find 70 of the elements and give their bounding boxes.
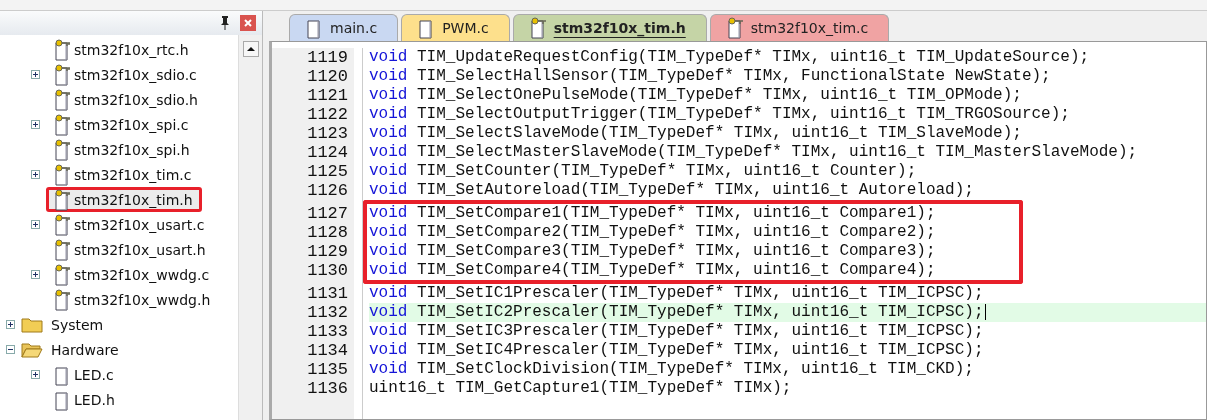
line-number: 1122 <box>307 105 348 124</box>
file-item[interactable]: stm32f10x_wwdg.c <box>49 265 216 284</box>
line-number: 1128 <box>307 223 348 242</box>
code-line: void TIM_SetCompare1(TIM_TypeDef* TIMx, uint16_t Compare1); <box>369 204 936 222</box>
line-number: 1135 <box>307 360 348 379</box>
line-number: 1131 <box>307 284 348 303</box>
line-number: 1129 <box>307 242 348 261</box>
code-line: void TIM_SelectOutputTrigger(TIM_TypeDef* TIMx, uint16_t TIM_TRGOSource); <box>369 105 1070 123</box>
file-tab[interactable]: stm32f10x_tim.h <box>512 14 707 41</box>
file-item[interactable]: stm32f10x_tim.c <box>49 165 198 184</box>
pin-icon[interactable] <box>220 16 230 30</box>
line-number: 1133 <box>307 322 348 341</box>
code-line: void TIM_SelectHallSensor(TIM_TypeDef* TIMx, FunctionalState NewState); <box>369 67 1051 85</box>
file-item[interactable]: stm32f10x_sdio.c <box>49 65 203 84</box>
close-icon[interactable] <box>240 15 256 31</box>
folder-item[interactable]: System <box>51 316 104 333</box>
code-line: void TIM_SelectSlaveMode(TIM_TypeDef* TIMx, uint16_t TIM_SlaveMode); <box>369 124 1022 142</box>
expand-icon[interactable] <box>6 345 15 354</box>
text-cursor <box>984 303 986 320</box>
code-line: void TIM_SelectMasterSlaveMode(TIM_TypeDef* TIMx, uint16_t TIM_MasterSlaveMode); <box>369 143 1138 161</box>
line-number: 1119 <box>307 48 348 67</box>
code-line: void TIM_SetAutoreload(TIM_TypeDef* TIMx, uint16_t Autoreload); <box>369 181 974 199</box>
line-number: 1125 <box>307 162 348 181</box>
code-line: void TIM_SetIC1Prescaler(TIM_TypeDef* TIMx, uint16_t TIM_ICPSC); <box>369 284 984 302</box>
file-item[interactable]: stm32f10x_wwdg.h <box>49 290 217 309</box>
file-tab[interactable]: PWM.c <box>401 14 510 41</box>
line-number: 1132 <box>307 303 348 322</box>
code-line: void TIM_UpdateRequestConfig(TIM_TypeDef* TIMx, uint16_t TIM_UpdateSource); <box>369 48 1090 66</box>
file-item[interactable]: stm32f10x_tim.h <box>49 190 199 209</box>
line-number: 1130 <box>307 261 348 280</box>
line-number: 1121 <box>307 86 348 105</box>
scrollbar[interactable] <box>238 35 262 420</box>
code-line: void TIM_SetCompare2(TIM_TypeDef* TIMx, uint16_t Compare2); <box>369 223 936 241</box>
code-line: void TIM_SetIC3Prescaler(TIM_TypeDef* TIMx, uint16_t TIM_ICPSC); <box>369 322 984 340</box>
code-line: void TIM_SetCompare4(TIM_TypeDef* TIMx, uint16_t Compare4); <box>369 261 936 279</box>
expand-icon[interactable] <box>31 70 40 79</box>
code-line: void TIM_SetCounter(TIM_TypeDef* TIMx, uint16_t Counter); <box>369 162 917 180</box>
file-item[interactable]: stm32f10x_usart.c <box>49 215 211 234</box>
open-folder-icon <box>21 341 43 358</box>
file-tab[interactable]: stm32f10x_tim.c <box>709 14 890 41</box>
code-line: void TIM_SelectOnePulseMode(TIM_TypeDef* TIMx, uint16_t TIM_OPMode); <box>369 86 1022 104</box>
expand-icon[interactable] <box>6 320 15 329</box>
code-line: void TIM_SetIC2Prescaler(TIM_TypeDef* TIMx, uint16_t TIM_ICPSC); <box>369 303 984 321</box>
expand-icon[interactable] <box>31 370 40 379</box>
code-line: void TIM_SetCompare3(TIM_TypeDef* TIMx, uint16_t Compare3); <box>369 242 936 260</box>
line-number: 1120 <box>307 67 348 86</box>
line-number: 1134 <box>307 341 348 360</box>
line-number: 1123 <box>307 124 348 143</box>
scroll-up-icon[interactable] <box>242 41 259 57</box>
expand-icon[interactable] <box>31 120 40 129</box>
code-line: void TIM_SetIC4Prescaler(TIM_TypeDef* TIMx, uint16_t TIM_ICPSC); <box>369 341 984 359</box>
line-number: 1126 <box>307 181 348 200</box>
file-item[interactable]: stm32f10x_rtc.h <box>49 40 195 59</box>
file-tab[interactable]: main.c <box>289 14 399 41</box>
folder-icon <box>21 316 43 333</box>
folder-item[interactable]: Hardware <box>51 341 119 358</box>
file-item[interactable]: stm32f10x_usart.h <box>49 240 212 259</box>
line-number: 1127 <box>307 204 348 223</box>
file-item[interactable]: LED.c <box>49 365 120 384</box>
file-item[interactable]: stm32f10x_sdio.h <box>49 90 204 109</box>
file-item[interactable]: LED.h <box>49 390 121 409</box>
code-line: uint16_t TIM_GetCapture1(TIM_TypeDef* TIMx); <box>369 379 792 397</box>
line-number: 1124 <box>307 143 348 162</box>
file-item[interactable]: stm32f10x_spi.h <box>49 140 196 159</box>
expand-icon[interactable] <box>31 270 40 279</box>
code-line: void TIM_SetClockDivision(TIM_TypeDef* TIMx, uint16_t TIM_CKD); <box>369 360 974 378</box>
expand-icon[interactable] <box>31 170 40 179</box>
expand-icon[interactable] <box>31 220 40 229</box>
file-item[interactable]: stm32f10x_spi.c <box>49 115 195 134</box>
line-number: 1136 <box>307 379 348 398</box>
